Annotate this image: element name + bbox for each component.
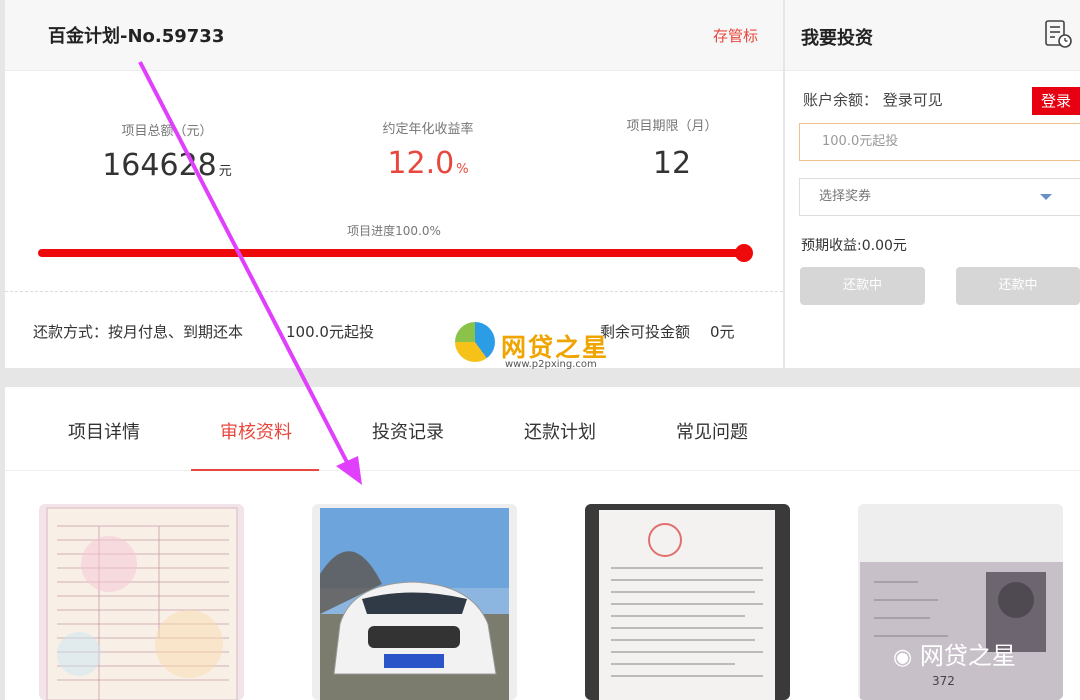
annotation-arrow [138, 61, 362, 485]
